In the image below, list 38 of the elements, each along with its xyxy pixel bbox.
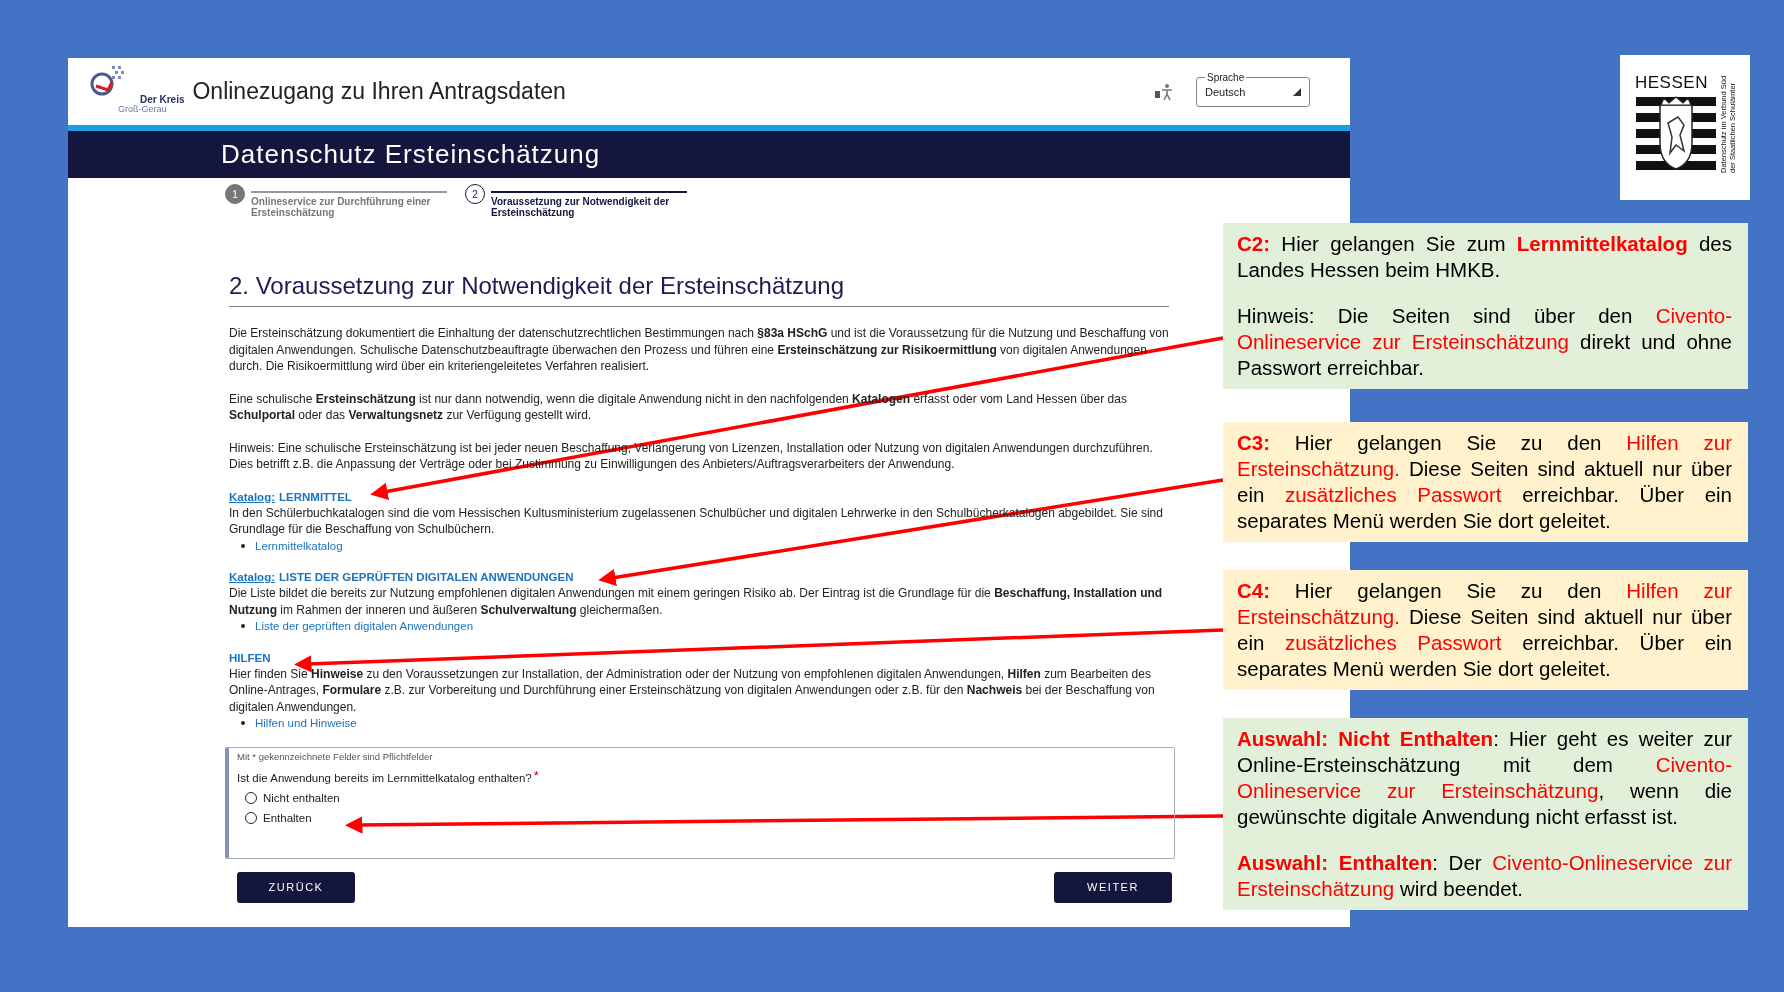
next-button[interactable]: WEITER <box>1054 871 1172 903</box>
annotation-text: Auswahl: Enthalten: Der Civento-Onlineservice zur Ersteinschätzung wird beendet. <box>1237 850 1732 902</box>
step-label: Voraussetzung zur Notwendigkeit der Ersteinschätzung <box>491 197 671 218</box>
section-title: LISTE DER GEPRÜFTEN DIGITALEN ANWENDUNGEN <box>279 570 574 585</box>
caret-icon <box>1293 88 1301 96</box>
logo-text: Der Kreis <box>139 95 185 105</box>
logo-subtext: Groß-Gerau <box>118 105 168 114</box>
radio-label[interactable]: Enthalten <box>263 811 312 824</box>
back-button[interactable]: ZURÜCK <box>237 871 355 903</box>
logo-text: HESSEN <box>1635 73 1709 93</box>
annotation-text: C4: Hier gelangen Sie zu den Hilfen zur Ersteinschätzung. Diese Seiten sind aktuell nur über ein zusätzliches Passwort erreichbar. Über ein separates Menü werden Sie dort geleitet. <box>1237 578 1732 682</box>
catalog-link[interactable]: Katalog: <box>229 569 275 585</box>
required-note: Mit * gekennzeichnete Felder sind Pflichtfelder <box>237 750 434 762</box>
language-label: Sprache <box>1206 72 1246 83</box>
body-paragraph: Die Liste bildet die bereits zur Nutzung empfohlenen digitalen Anwendungen mit einem geringen Risiko ab. Der Eintrag ist die Grundlage für die Beschaffung, Installation und Nutzung im Rahmen der inneren und äußeren Schulverwaltung gleichermaßen. <box>229 585 1164 618</box>
page-title: Datenschutz Ersteinschätzung <box>221 139 601 170</box>
step-number: 1 <box>225 184 245 204</box>
annotation-text: C3: Hier gelangen Sie zu den Hilfen zur Ersteinschätzung. Diese Seiten sind aktuell nur über ein zusätzliches Passwort erreichbar. Über ein separates Menü werden Sie dort geleitet. <box>1237 430 1732 534</box>
section-heading: 2. Voraussetzung zur Notwendigkeit der Ersteinschätzung <box>229 272 1169 307</box>
annotation-text: C2: Hier gelangen Sie zum Lernmittelkatalog des Landes Hessen beim HMKB. <box>1237 231 1732 283</box>
required-mark: * <box>533 767 539 783</box>
language-select[interactable]: Sprache Deutsch <box>1196 72 1310 107</box>
step-label: Onlineservice zur Durchführung einer Ersteinschätzung <box>251 197 432 218</box>
list-link[interactable]: Lernmittelkatalog <box>255 537 343 554</box>
radio-label[interactable]: Nicht enthalten <box>263 791 340 804</box>
body-paragraph: Hier finden Sie Hinweise zu den Voraussetzungen zur Installation, der Administration oder der Nutzung von empfohlenen digitalen Anwendungen, Hilfen zum Bearbeiten des Online-Antrages, Formulare z.B. zur Vorbereitung und Durchführung einer Ersteinschätzung von digitalen Anwendungen oder z.B. für den Nachweis bei der Beschaffung von digitalen Anwendungen. <box>229 665 1156 715</box>
annotation-text: Auswahl: Nicht Enthalten: Hier geht es weiter zur Online-Ersteinschätzung mit dem Civento-Onlineservice zur Ersteinschätzung, wenn die gewünschte digitale Anwendung nicht erfasst ist. <box>1237 726 1732 830</box>
list-link[interactable]: Hilfen und Hinweise <box>255 715 357 732</box>
accessibility-icon[interactable] <box>1154 82 1174 101</box>
body-paragraph: Die Ersteinschätzung dokumentiert die Einhaltung der datenschutzrechtlichen Bestimmungen nach §83a HSchG und ist die Voraussetzung für die Nutzung und Beschaffung von digitalen Anwendungen. Schulische Datenschutzbeauftragte überwachen den Prozess und führen eine Ersteinschätzung zur Risikoermittlung von digitalen Anwendungen durch. Die Risikoermittlung wird über ein kriteriengeleitetes Verfahren realisiert. <box>229 325 1170 375</box>
section-title: LERNMITTEL <box>279 489 352 505</box>
question-label: Ist die Anwendung bereits im Lernmittelkatalog enthalten? <box>237 771 532 784</box>
section-title: HILFEN <box>229 650 271 666</box>
site-title: Onlinezugang zu Ihren Antragsdaten <box>192 78 566 105</box>
list-link[interactable]: Liste der geprüften digitalen Anwendungen <box>255 618 474 635</box>
annotation-text: Hinweis: Die Seiten sind über den Civento-Onlineservice zur Ersteinschätzung direkt und ohne Passwort erreichbar. <box>1237 303 1732 381</box>
step-number: 2 <box>465 184 485 204</box>
catalog-link[interactable]: Katalog: <box>229 488 275 505</box>
